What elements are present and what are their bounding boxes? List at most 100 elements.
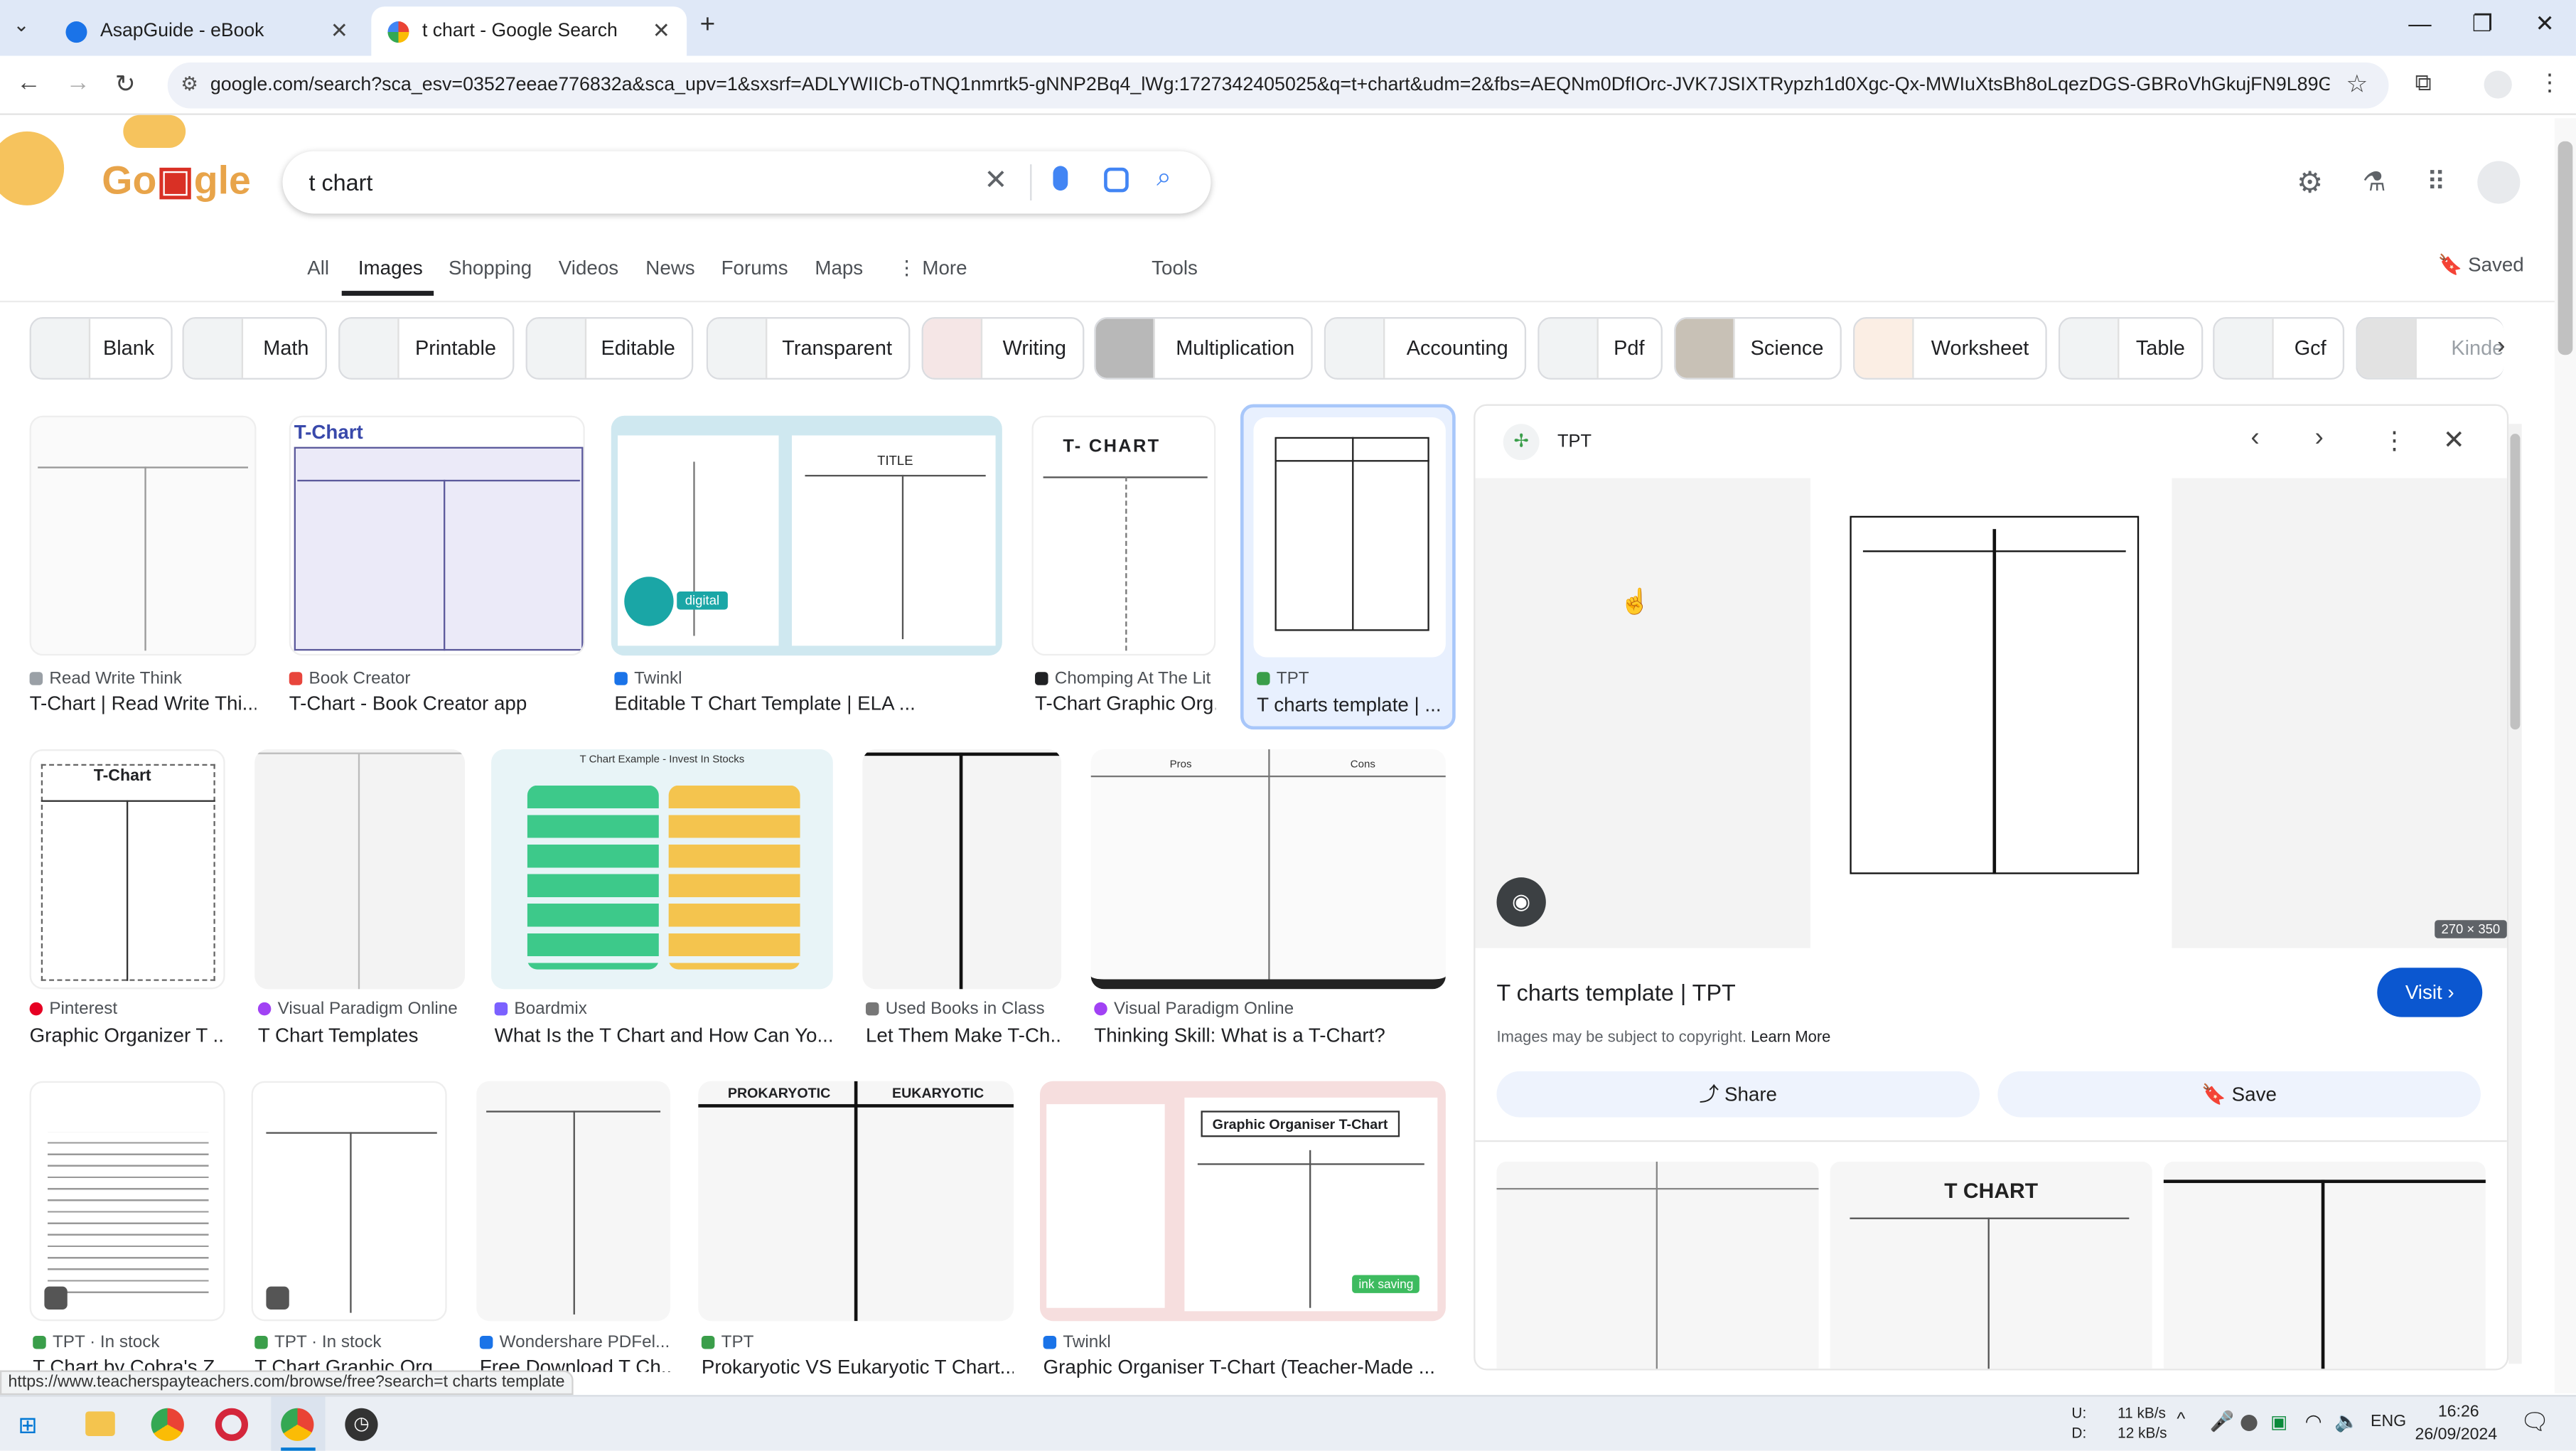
result-thumbnail[interactable]: T- CHART xyxy=(1031,415,1216,656)
volume-icon[interactable]: 🔈 xyxy=(2334,1410,2359,1433)
chip-accounting[interactable]: Accounting xyxy=(1324,317,1527,380)
result-tpt-graphic-org[interactable]: TPT · In stock T Chart Graphic Org... xyxy=(251,1081,447,1372)
result-pinterest[interactable]: T-Chart Pinterest Graphic Organizer T ..… xyxy=(29,749,225,1049)
chip-writing[interactable]: Writing xyxy=(921,317,1085,380)
result-title[interactable]: T-Chart - Book Creator app xyxy=(289,692,585,714)
related-image[interactable] xyxy=(1496,1162,1819,1369)
page-scrollbar-thumb[interactable] xyxy=(2558,141,2573,355)
minimize-icon[interactable]: — xyxy=(2395,10,2444,36)
tab-news[interactable]: News xyxy=(645,257,694,279)
result-thumbnail[interactable]: T-Chart xyxy=(29,749,225,990)
tab-asapguide[interactable]: AsapGuide - eBook ✕ xyxy=(49,6,365,55)
tab-forums[interactable]: Forums xyxy=(721,257,788,279)
google-logo[interactable]: Go▣gle xyxy=(102,158,251,205)
result-title[interactable]: Let Them Make T-Ch... xyxy=(866,1024,1061,1046)
result-thumbnail[interactable] xyxy=(29,415,257,656)
address-bar[interactable]: ⚙ google.com/search?sca_esv=03527eeae776… xyxy=(167,62,2389,109)
close-tab-icon[interactable]: ✕ xyxy=(653,18,670,44)
result-title[interactable]: What Is the T Chart and How Can Yo... xyxy=(495,1024,833,1046)
tab-images[interactable]: Images xyxy=(358,257,423,279)
chip-editable[interactable]: Editable xyxy=(525,317,694,380)
chip-transparent[interactable]: Transparent xyxy=(706,317,911,380)
panel-scrollbar[interactable] xyxy=(2508,424,2522,1364)
lens-search-icon[interactable] xyxy=(1104,167,1129,193)
result-thumbnail[interactable]: Pros Cons xyxy=(1090,749,1446,990)
reload-icon[interactable]: ↻ xyxy=(115,69,136,98)
result-visual-paradigm-thinking[interactable]: Pros Cons Visual Paradigm Online Thinkin… xyxy=(1090,749,1446,1049)
result-book-creator[interactable]: T-Chart Book Creator T-Chart - Book Crea… xyxy=(289,415,585,714)
result-tpt-cobras[interactable]: TPT · In stock T Chart by Cobra's Z... xyxy=(29,1081,225,1372)
result-title[interactable]: T-Chart Graphic Org... xyxy=(1035,692,1215,714)
chips-next-icon[interactable]: › xyxy=(2497,332,2506,360)
chip-table[interactable]: Table xyxy=(2058,317,2204,380)
close-window-icon[interactable]: ✕ xyxy=(2520,10,2569,38)
chip-math[interactable]: Math xyxy=(182,317,327,380)
browser-menu-icon[interactable]: ⋮ xyxy=(2538,69,2561,97)
notification-icon[interactable]: 🗨 xyxy=(2520,1408,2549,1436)
tab-tools[interactable]: Tools xyxy=(1152,257,1198,279)
result-thumbnail[interactable] xyxy=(476,1081,670,1322)
result-thumbnail[interactable]: Graphic Organiser T-Chart ink saving xyxy=(1039,1081,1446,1322)
result-wondershare[interactable]: Wondershare PDFel... Free Download T Ch.… xyxy=(476,1081,670,1372)
result-title[interactable]: Graphic Organiser T-Chart (Teacher-Made … xyxy=(1043,1356,1446,1378)
clock-date[interactable]: 26/09/2024 xyxy=(2415,1426,2497,1444)
next-image-icon[interactable]: › xyxy=(2314,424,2323,454)
extensions-icon[interactable]: ⧉ xyxy=(2415,69,2431,97)
result-twinkl-organiser[interactable]: Graphic Organiser T-Chart ink saving Twi… xyxy=(1039,1081,1446,1378)
new-tab-icon[interactable]: + xyxy=(700,11,716,41)
preview-image[interactable] xyxy=(1810,478,2172,948)
opera-icon[interactable] xyxy=(215,1408,248,1441)
tray-green-icon[interactable]: ▣ xyxy=(2270,1411,2287,1433)
result-title[interactable]: T Chart Graphic Org... xyxy=(254,1356,446,1372)
result-title[interactable]: T Chart by Cobra's Z... xyxy=(33,1356,225,1372)
windows-start-icon[interactable]: ⊞ xyxy=(18,1411,37,1439)
tab-shopping[interactable]: Shopping xyxy=(449,257,532,279)
site-info-icon[interactable]: ⚙ xyxy=(181,73,198,95)
more-options-icon[interactable]: ⋮ xyxy=(2382,426,2407,455)
result-thumbnail[interactable] xyxy=(862,749,1062,990)
tab-search-chevron-icon[interactable]: ⌄ xyxy=(13,13,29,36)
chip-science[interactable]: Science xyxy=(1674,317,1842,380)
panel-title[interactable]: T charts template | TPT xyxy=(1497,979,2351,1005)
clock-app-icon[interactable]: ◷ xyxy=(345,1408,378,1441)
profile-avatar[interactable] xyxy=(2484,70,2512,99)
apps-grid-icon[interactable]: ⠿ xyxy=(2427,166,2446,198)
search-box[interactable]: t chart ✕ ⌕ xyxy=(282,151,1211,214)
bookmark-star-icon[interactable]: ☆ xyxy=(2346,69,2368,98)
chip-gcf[interactable]: Gcf xyxy=(2213,317,2345,380)
result-tpt-selected[interactable]: TPT T charts template | ... xyxy=(1240,404,1456,730)
tab-maps[interactable]: Maps xyxy=(815,257,863,279)
tab-more[interactable]: ⋮ More xyxy=(897,257,967,279)
result-thumbnail[interactable]: T Chart Example - Invest In Stocks xyxy=(491,749,833,990)
clock-time[interactable]: 16:26 xyxy=(2438,1403,2479,1421)
chip-multiplication[interactable]: Multiplication xyxy=(1094,317,1313,380)
result-title[interactable]: Editable T Chart Template | ELA ... xyxy=(614,692,1002,714)
related-image[interactable] xyxy=(2163,1162,2486,1369)
result-thumbnail[interactable]: T-Chart xyxy=(289,415,585,656)
tab-google-search[interactable]: t chart - Google Search ✕ xyxy=(371,6,687,56)
saved-button[interactable]: 🔖 Saved xyxy=(2438,253,2524,276)
result-read-write-think[interactable]: Read Write Think T-Chart | Read Write Th… xyxy=(29,415,257,714)
result-thumbnail[interactable] xyxy=(1253,417,1446,658)
restore-icon[interactable]: ❐ xyxy=(2458,10,2507,38)
result-chomping-at-the-lit[interactable]: T- CHART Chomping At The Lit T-Chart Gra… xyxy=(1031,415,1216,714)
share-button[interactable]: ⤴ Share xyxy=(1496,1071,1980,1118)
result-boardmix[interactable]: T Chart Example - Invest In Stocks Board… xyxy=(491,749,833,1049)
chip-pdf[interactable]: Pdf xyxy=(1537,317,1663,380)
search-submit-icon[interactable]: ⌕ xyxy=(1156,164,1171,194)
forward-icon[interactable]: → xyxy=(65,69,90,97)
wifi-icon[interactable]: ◠ xyxy=(2305,1410,2322,1433)
result-title[interactable]: T Chart Templates xyxy=(258,1024,465,1046)
result-thumbnail[interactable] xyxy=(254,749,466,990)
chip-printable[interactable]: Printable xyxy=(338,317,515,380)
save-button[interactable]: 🔖 Save xyxy=(1997,1071,2481,1118)
previous-image-icon[interactable]: ‹ xyxy=(2250,424,2259,454)
panel-source[interactable]: TPT xyxy=(1557,432,1592,452)
tab-all[interactable]: All xyxy=(307,257,329,279)
page-scrollbar[interactable] xyxy=(2554,118,2576,1393)
microphone-icon[interactable]: 🎤 xyxy=(2210,1410,2235,1433)
chrome-active-button[interactable] xyxy=(271,1396,326,1451)
panel-scrollbar-thumb[interactable] xyxy=(2510,434,2521,730)
result-thumbnail[interactable] xyxy=(29,1081,225,1322)
related-image[interactable]: T CHART xyxy=(1830,1162,2152,1369)
